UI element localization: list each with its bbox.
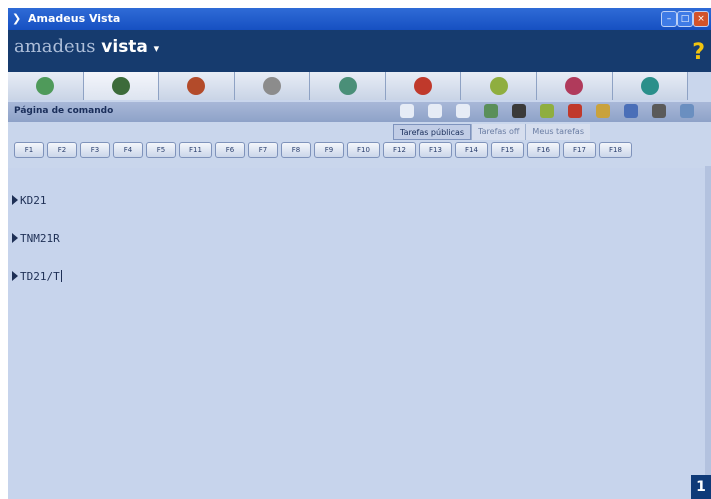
module-tab[interactable] [612,72,689,100]
app-logo-icon: ❯ [12,12,22,25]
function-key-button[interactable]: F18 [599,142,632,158]
vertical-scrollbar[interactable] [705,166,711,499]
function-key-button[interactable]: F16 [527,142,560,158]
task-link[interactable]: Meus tarefas [525,124,590,140]
globe-money-icon [36,77,55,95]
maximize-button[interactable]: □ [677,11,693,27]
circle-icon[interactable] [428,104,442,118]
function-key-button[interactable]: F8 [281,142,311,158]
copy-icon[interactable] [596,104,610,118]
function-key-button[interactable]: F9 [314,142,344,158]
function-key-button[interactable]: F7 [248,142,278,158]
map-icon [489,77,508,95]
prompt-arrow-icon [12,233,18,243]
command-page-bar: Página de comando [8,102,711,122]
command-line[interactable]: TD21/T [12,270,62,284]
module-tab[interactable] [385,72,462,100]
help-button[interactable]: ? [692,40,705,65]
brand-bold-text: vista [101,37,148,57]
function-key-button[interactable]: F3 [80,142,110,158]
sun-icon [262,77,281,95]
brand-light-text: amadeus [14,36,96,57]
minimize-button[interactable]: – [661,11,677,27]
close-button[interactable]: × [693,11,709,27]
brand-logo[interactable]: amadeus vista ▾ [14,36,159,57]
title-bar: ❯ Amadeus Vista – □ × [8,8,711,30]
function-key-button[interactable]: F2 [47,142,77,158]
task-links: Tarefas públicas Tarefas off Meus tarefas [393,124,590,140]
circle-icon[interactable] [456,104,470,118]
prompt-arrow-icon [12,195,18,205]
window-title: Amadeus Vista [28,12,121,25]
command-text: KD21 [20,194,47,207]
module-tab[interactable] [310,72,386,100]
command-page-label: Página de comando [14,106,114,116]
command-editor[interactable]: KD21 TNM21R TD21/T [8,168,708,499]
circle-icon[interactable] [400,104,414,118]
command-line[interactable]: TNM21R [12,232,60,246]
alarm-clock-icon [565,77,584,95]
euro-coins-icon [187,77,206,95]
pencil-icon[interactable] [484,104,498,118]
function-key-button[interactable]: F1 [14,142,44,158]
function-key-button[interactable]: F4 [113,142,143,158]
command-text: TD21/T [20,270,60,283]
prompt-arrow-icon [12,271,18,281]
search-icon[interactable] [568,104,582,118]
car-icon [338,77,357,95]
figure-number-badge: 1 [691,475,711,499]
text-cursor [60,270,62,282]
function-key-button[interactable]: F15 [491,142,524,158]
paste-icon[interactable] [624,104,638,118]
person-icon [414,77,433,95]
module-tab[interactable] [8,72,84,100]
chevron-down-icon: ▾ [153,42,160,55]
function-key-button[interactable]: F5 [146,142,176,158]
function-key-button[interactable]: F11 [179,142,212,158]
module-tab[interactable] [234,72,311,100]
function-key-button[interactable]: F12 [383,142,416,158]
module-tabs [8,72,689,100]
print-icon[interactable] [652,104,666,118]
task-link[interactable]: Tarefas off [471,124,526,140]
printer-icon[interactable] [680,104,694,118]
function-key-button[interactable]: F13 [419,142,452,158]
application-window: ❯ Amadeus Vista – □ × amadeus vista ▾ ? … [8,8,711,499]
module-tab[interactable] [461,72,537,100]
command-text: TNM21R [20,232,60,245]
plane-icon[interactable] [512,104,526,118]
shield-icon [111,77,130,95]
earth-icon [640,77,659,95]
document-icon[interactable] [540,104,554,118]
function-key-button[interactable]: F6 [215,142,245,158]
task-link[interactable]: Tarefas públicas [393,124,472,140]
command-line[interactable]: KD21 [12,194,47,208]
module-tab[interactable] [159,72,235,100]
function-key-button[interactable]: F14 [455,142,488,158]
module-tab[interactable] [83,72,160,100]
function-key-button[interactable]: F17 [563,142,596,158]
module-tab[interactable] [536,72,613,100]
function-key-bar: F1 F2 F3 F4 F5 F11 F6 F7 F8 F9 F10 F12 F13 F14 F15 F16 F… [14,142,704,160]
app-header: amadeus vista ▾ ? [8,30,711,72]
function-key-button[interactable]: F10 [347,142,380,158]
